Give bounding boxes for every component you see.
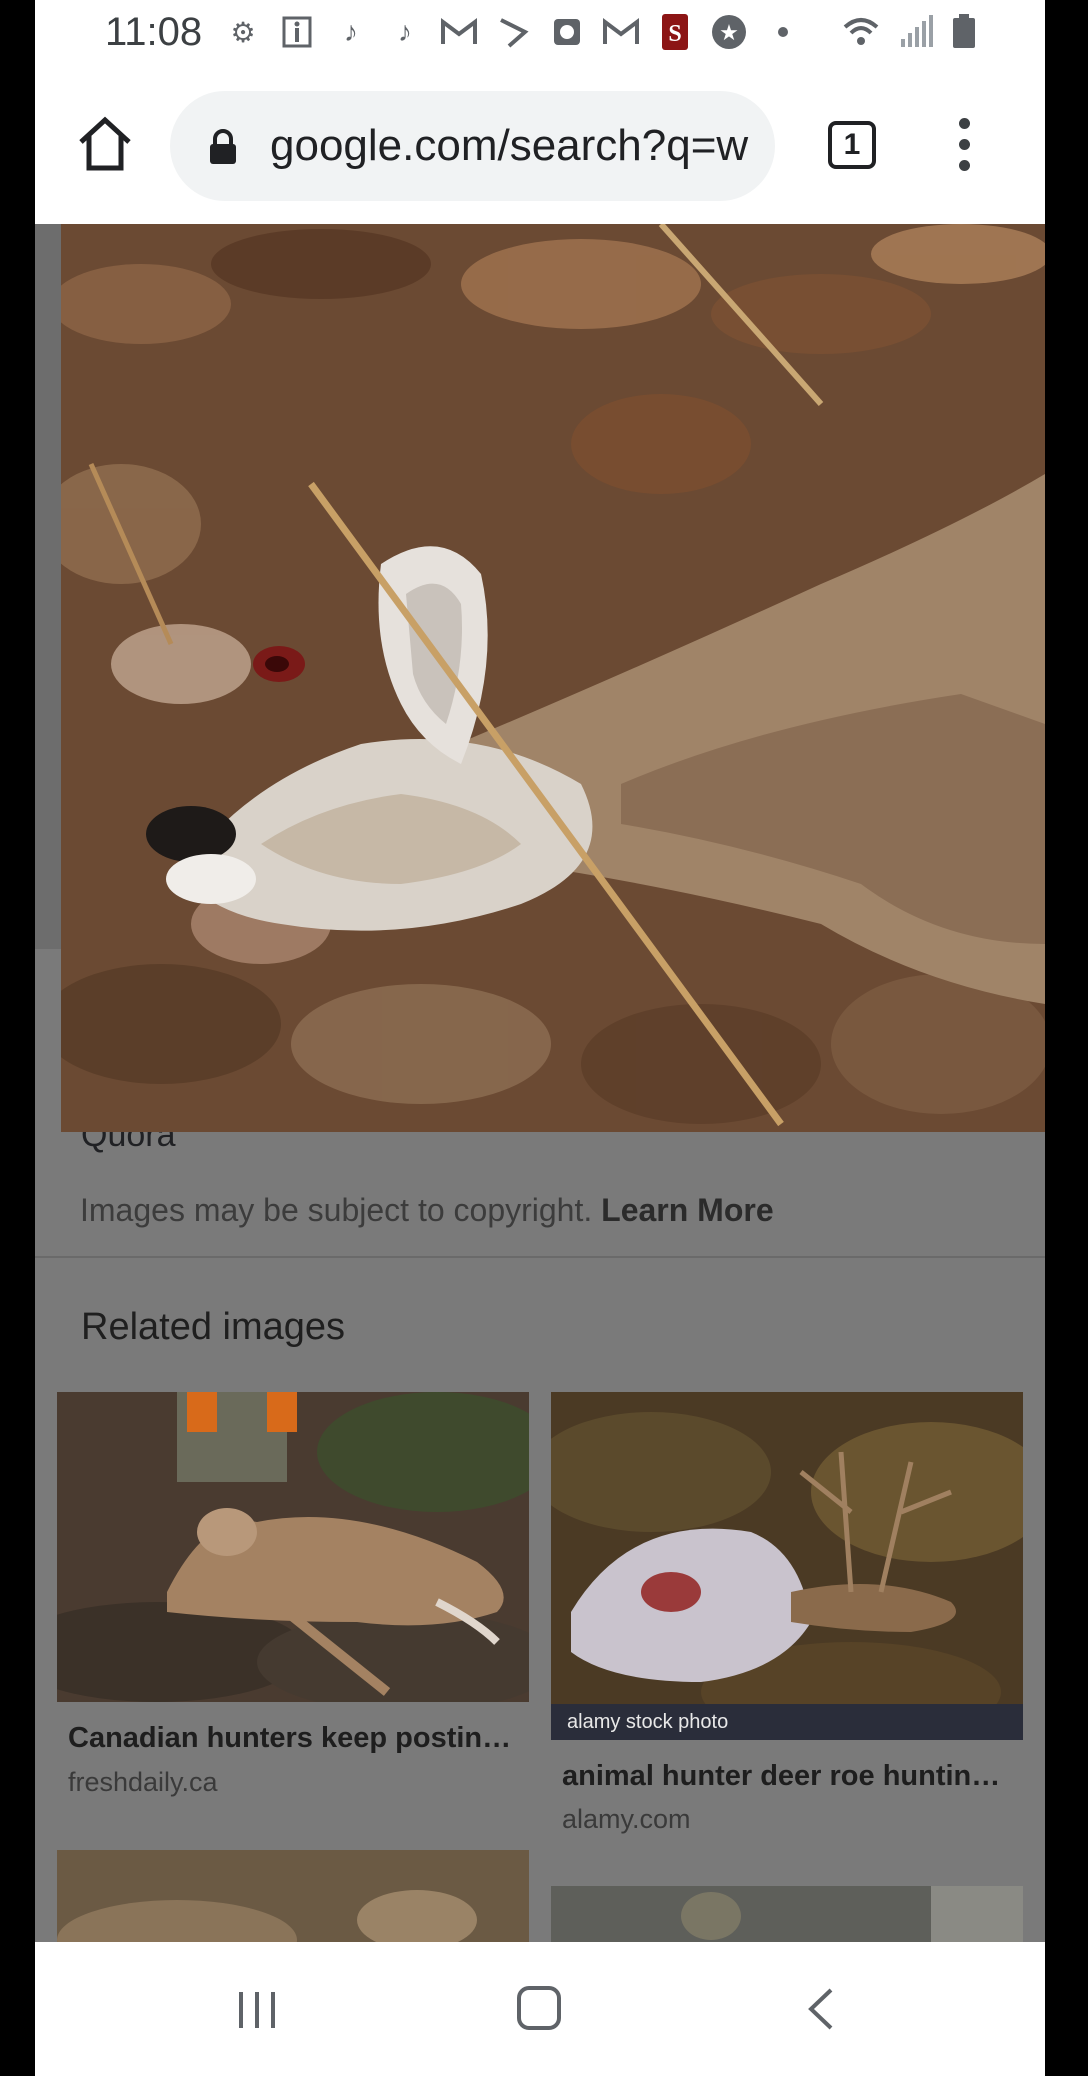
star-icon: ★	[711, 14, 747, 50]
selected-image[interactable]	[61, 224, 1045, 1132]
related-image-card[interactable]	[551, 1886, 1023, 1942]
deer-photo	[61, 224, 1045, 1132]
menu-dot	[959, 118, 970, 129]
system-navigation-bar	[35, 1942, 1045, 2076]
page-content: Quora Images may be subject to copyright…	[35, 224, 1045, 1942]
gmail-icon	[603, 14, 639, 50]
signal-icon	[901, 15, 933, 52]
address-bar[interactable]: google.com/search?q=w	[170, 91, 775, 201]
gear-icon: ⚙	[230, 16, 256, 48]
dot-icon	[765, 14, 801, 50]
sprint-icon	[495, 14, 531, 50]
clock-icon	[549, 14, 585, 50]
wifi-icon	[841, 15, 881, 52]
gmail-icon	[441, 14, 477, 50]
nav-home-button[interactable]	[517, 1986, 561, 2030]
browser-toolbar: google.com/search?q=w 1	[35, 66, 1045, 224]
related-image-card[interactable]	[57, 1850, 529, 1942]
copyright-text: Images may be subject to copyright.	[80, 1192, 593, 1228]
overflow-menu-button[interactable]	[959, 118, 971, 174]
related-image-card[interactable]: Canadian hunters keep postin… freshdaily…	[57, 1392, 529, 1812]
related-image-title[interactable]: Canadian hunters keep postin…	[68, 1722, 523, 1755]
related-image-thumbnail[interactable]: alamy stock photo	[551, 1392, 1023, 1740]
tiktok-icon: ♪	[344, 16, 358, 47]
phone-screen: 11:08 ⚙ ♪ ♪ S ★ google.com/search?q=w 1 …	[35, 0, 1045, 2076]
menu-dot	[959, 139, 970, 150]
image-watermark: alamy stock photo	[551, 1704, 1023, 1740]
status-time: 11:08	[105, 10, 203, 54]
battery-icon	[953, 14, 975, 53]
home-button[interactable]	[75, 114, 135, 174]
related-images-heading: Related images	[81, 1306, 346, 1348]
stanford-icon: S	[657, 14, 693, 50]
menu-dot	[959, 160, 970, 171]
notification-icons: ⚙ ♪ ♪ S ★	[225, 14, 801, 50]
copyright-notice: Images may be subject to copyright. Lear…	[80, 1192, 774, 1229]
system-status	[841, 14, 975, 53]
recent-apps-button[interactable]	[235, 1988, 279, 2037]
related-image-card[interactable]: alamy stock photo animal hunter deer roe…	[551, 1392, 1023, 1852]
related-image-thumbnail	[57, 1850, 529, 1942]
svg-text:S: S	[668, 21, 681, 47]
learn-more-link[interactable]: Learn More	[601, 1192, 773, 1228]
home-icon	[79, 116, 131, 171]
back-icon	[808, 1988, 833, 2030]
related-image-thumbnail	[551, 1886, 1023, 1942]
svg-text:★: ★	[719, 21, 739, 46]
tab-switcher-button[interactable]: 1	[828, 121, 876, 169]
info-icon	[279, 14, 315, 50]
lock-icon	[208, 129, 238, 165]
hunter-deer-photo	[57, 1392, 529, 1702]
status-bar: 11:08 ⚙ ♪ ♪ S ★	[35, 0, 1045, 66]
deer-carcass-photo	[551, 1392, 1023, 1740]
recent-apps-icon	[239, 1992, 275, 2028]
back-button[interactable]	[805, 1986, 835, 2037]
url-text[interactable]: google.com/search?q=w	[270, 121, 750, 171]
related-image-domain: alamy.com	[562, 1804, 691, 1834]
divider	[35, 1256, 1045, 1258]
related-image-thumbnail[interactable]	[57, 1392, 529, 1702]
tiktok-icon: ♪	[398, 16, 412, 47]
related-image-domain: freshdaily.ca	[68, 1767, 218, 1797]
related-image-title[interactable]: animal hunter deer roe huntin…	[562, 1760, 1017, 1793]
